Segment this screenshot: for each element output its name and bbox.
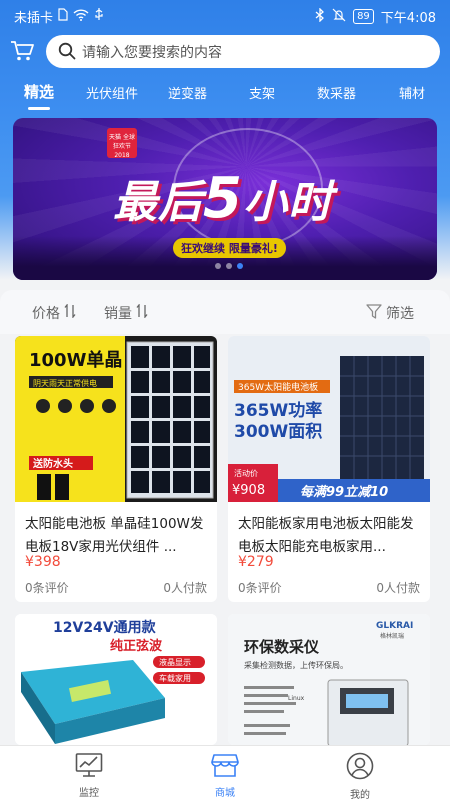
promo-banner[interactable]: 天猫 全球狂欢节 2018 最后5小时 狂欢继续 限量豪礼! [13,118,437,280]
product-image: GLKRAI 格林凯瑞 环保数采仪 采集检测数据，上传环保局。 Linux [228,614,430,745]
sim-icon [58,8,68,25]
banner-pill: 狂欢继续 限量豪礼! [173,238,286,258]
active-tab-indicator [28,107,50,110]
status-bar: 未插卡 89 下午4:08 [0,0,450,30]
tab-accessories[interactable]: 辅材 [399,83,425,102]
nav-label: 我的 [350,790,370,800]
carrier-label: 未插卡 [14,11,54,26]
filter-button[interactable]: 筛选 [366,303,414,323]
sort-by-sales[interactable]: 销量 [104,303,148,323]
sort-by-price[interactable]: 价格 [32,303,76,323]
product-image: 365W太阳能电池板 365W功率 300W面积 活动价 ¥908 每满99立减… [228,336,430,502]
product-image-text: 送防水头 [32,457,73,470]
product-price: ¥398 [25,554,61,570]
product-image-text: 车载家用 [159,673,191,683]
product-image: 100W单晶 阴天雨天正常供电 送防水头 [15,336,217,502]
tmall-logo: 天猫 全球狂欢节 2018 [107,128,137,159]
product-paid-count: 0人付款 [376,581,420,595]
carousel-dot-active[interactable] [237,263,243,269]
product-image-text: 格林凯瑞 [380,632,404,640]
tab-inverter[interactable]: 逆变器 [168,83,207,102]
nav-profile[interactable]: 我的 [320,752,400,800]
category-tabs: 精选 光伏组件 逆变器 支架 数采器 辅材 [0,80,450,112]
tab-mount[interactable]: 支架 [249,83,275,102]
product-reviews: 0条评价 [25,581,69,595]
battery-indicator: 89 [353,9,374,24]
product-image-text: 液晶显示 [159,657,191,667]
product-image-text: ¥908 [232,483,265,498]
carousel-dot[interactable] [215,263,221,269]
product-reviews: 0条评价 [238,581,282,595]
mute-icon [332,8,346,26]
product-image: 12V24V通用款 纯正弦波 液晶显示 车载家用 [15,614,217,745]
carousel-dots [215,263,243,269]
search-row: 请输入您要搜索的内容 [0,34,450,70]
search-input[interactable]: 请输入您要搜索的内容 [46,35,440,68]
product-image-text: 纯正弦波 [110,638,163,654]
user-icon [346,752,374,784]
product-image-text: GLKRAI [376,621,413,631]
product-image-text: 300W面积 [234,422,322,442]
tab-pv-modules[interactable]: 光伏组件 [86,83,138,102]
clock: 下午4:08 [380,11,436,26]
bottom-nav: 监控 商城 我的 [0,745,450,800]
cart-icon[interactable] [10,40,36,64]
product-image-text: 365W太阳能电池板 [238,381,318,393]
product-title: 太阳能板家用电池板太阳能发电板太阳能充电板家用... [238,516,414,555]
product-image-text: 活动价 [234,468,258,478]
banner-headline: 最后5小时 [113,166,333,231]
sort-arrows-icon [64,303,76,322]
product-image-text: 12V24V通用款 [53,619,157,636]
product-image-text: 365W功率 [234,400,322,421]
bluetooth-icon [315,6,325,26]
wifi-icon [73,8,89,25]
product-card[interactable]: 100W单晶 阴天雨天正常供电 送防水头 太阳能电池板 单晶硅100W发电板18… [15,336,217,602]
product-card[interactable]: 365W太阳能电池板 365W功率 300W面积 活动价 ¥908 每满99立减… [228,336,430,602]
search-placeholder: 请输入您要搜索的内容 [82,45,222,61]
product-card[interactable]: GLKRAI 格林凯瑞 环保数采仪 采集检测数据，上传环保局。 Linux [228,614,430,745]
product-paid-count: 0人付款 [163,581,207,595]
product-card[interactable]: 12V24V通用款 纯正弦波 液晶显示 车载家用 [15,614,217,745]
nav-label: 商城 [215,788,235,799]
product-image-text: 环保数采仪 [244,638,320,656]
sort-arrows-icon [136,303,148,322]
product-image-text: 100W单晶 [29,349,122,371]
shop-icon [211,754,239,782]
product-image-text: 每满99立减10 [300,484,388,500]
product-image-text: 阴天雨天正常供电 [33,378,97,388]
usb-icon [94,8,104,25]
nav-label: 监控 [79,788,99,799]
search-icon [58,42,76,64]
tab-data-collector[interactable]: 数采器 [317,83,356,102]
nav-shop[interactable]: 商城 [185,752,265,799]
funnel-icon [366,303,382,323]
monitor-icon [75,753,103,782]
product-price: ¥279 [238,554,274,570]
product-image-text: Linux [288,695,305,702]
tab-featured[interactable]: 精选 [24,81,54,102]
nav-monitor[interactable]: 监控 [49,752,129,799]
sort-filter-bar: 价格 销量 筛选 [0,290,450,334]
product-image-text: 采集检测数据，上传环保局。 [244,660,348,670]
product-title: 太阳能电池板 单晶硅100W发电板18V家用光伏组件 ... [25,516,204,555]
carousel-dot[interactable] [226,263,232,269]
